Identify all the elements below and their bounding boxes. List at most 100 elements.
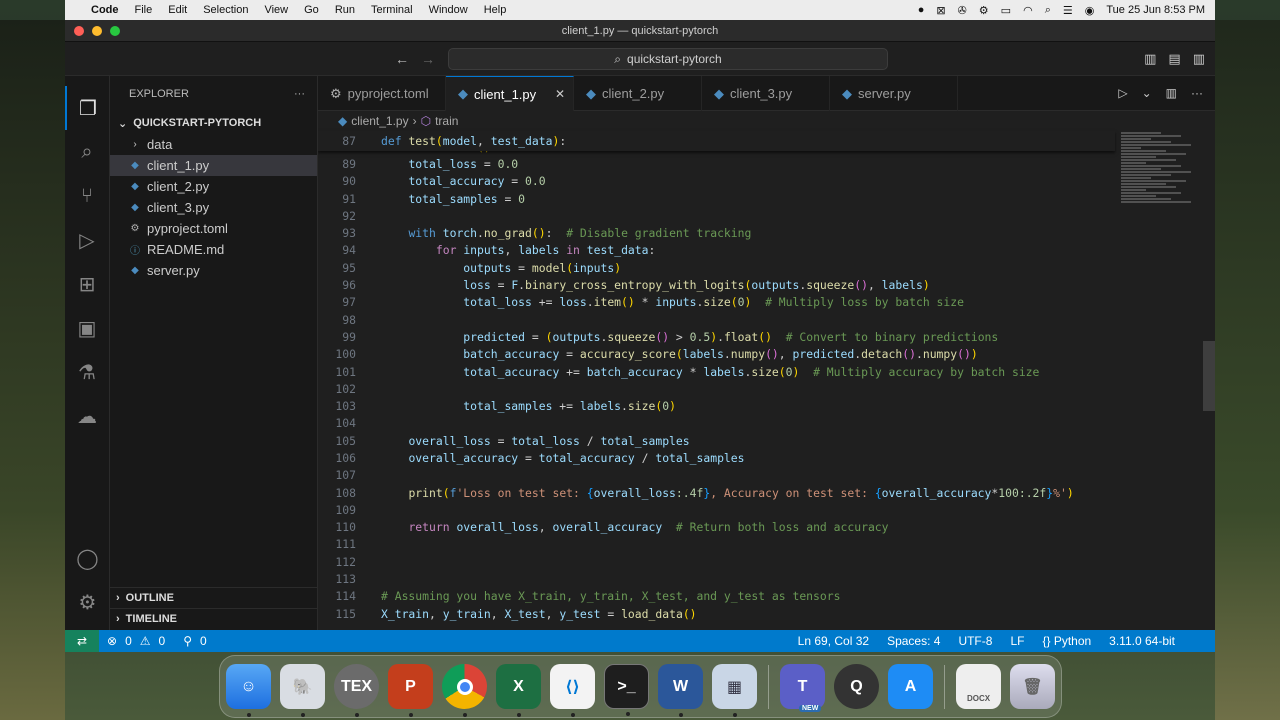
siri-icon[interactable]: ◉ (1085, 4, 1095, 17)
gear-icon[interactable]: ⚙ (979, 4, 989, 17)
word-icon[interactable]: W (658, 664, 703, 717)
errors-icon[interactable]: ⊗ (107, 634, 117, 648)
excel-icon[interactable]: X (496, 664, 541, 717)
menu-window[interactable]: Window (429, 4, 468, 16)
docker-icon[interactable]: ☁ (65, 394, 110, 438)
vscode-window: client_1.py — quickstart-pytorch ← → ⌕ q… (65, 20, 1215, 652)
tex-icon[interactable]: TEX (334, 664, 379, 717)
search-icon[interactable]: ⌕ (1045, 4, 1051, 17)
ports-icon[interactable]: ⚲ (183, 634, 192, 648)
menu-help[interactable]: Help (484, 4, 507, 16)
close-window-button[interactable] (74, 25, 84, 36)
teams-icon[interactable]: T NEW (780, 664, 825, 712)
zoom-window-button[interactable] (110, 25, 120, 36)
language-mode[interactable]: {} Python (1042, 634, 1091, 648)
vscode-icon[interactable]: ⟨⟩ (550, 664, 595, 717)
wifi-icon[interactable]: ◠ (1023, 4, 1033, 17)
menu-app-name[interactable]: Code (91, 4, 119, 16)
manage-gear-icon[interactable]: ⚙ (65, 580, 110, 624)
python-interpreter[interactable]: 3.11.0 64-bit (1109, 634, 1175, 648)
testing-icon[interactable]: ⚗ (65, 350, 110, 394)
toggle-sidebar-icon[interactable]: ▥ (1144, 51, 1156, 67)
command-center-search[interactable]: ⌕ quickstart-pytorch (448, 48, 888, 70)
explorer-icon[interactable]: ❐ (65, 86, 110, 130)
menu-datetime[interactable]: Tue 25 Jun 8:53 PM (1106, 4, 1205, 16)
remote-explorer-icon[interactable]: ▣ (65, 306, 110, 350)
menu-view[interactable]: View (264, 4, 288, 16)
more-actions-icon[interactable]: ··· (294, 88, 305, 100)
tree-item-readme[interactable]: ⓘ README.md (110, 239, 317, 260)
encoding[interactable]: UTF-8 (958, 634, 992, 648)
finder-icon[interactable]: ☺ (226, 664, 271, 717)
menu-edit[interactable]: Edit (168, 4, 187, 16)
extensions-icon[interactable]: ⊞ (65, 262, 110, 306)
postgres-icon[interactable]: 🐘 (280, 664, 325, 717)
more-actions-icon[interactable]: ··· (1191, 86, 1203, 100)
battery-icon[interactable]: ▭ (1001, 4, 1011, 17)
warnings-count[interactable]: 0 (159, 634, 166, 648)
warnings-icon[interactable]: ⚠ (140, 634, 151, 648)
run-play-icon[interactable]: ▷ (1118, 86, 1127, 100)
split-editor-icon[interactable]: ▥ (1166, 86, 1177, 100)
tree-item-pyproject[interactable]: ⚙ pyproject.toml (110, 218, 317, 239)
errors-count[interactable]: 0 (125, 634, 132, 648)
tree-item-data[interactable]: › data (110, 134, 317, 155)
minimap[interactable] (1121, 131, 1201, 431)
terminal-icon[interactable]: >_ (604, 664, 649, 716)
tab-pyproject[interactable]: ⚙ pyproject.toml (318, 76, 446, 111)
tab-server[interactable]: ◆ server.py (830, 76, 958, 111)
account-icon[interactable]: ◯ (65, 536, 110, 580)
menu-selection[interactable]: Selection (203, 4, 248, 16)
cursor-position[interactable]: Ln 69, Col 32 (798, 634, 869, 648)
menu-go[interactable]: Go (304, 4, 319, 16)
record-icon[interactable]: ● (918, 4, 925, 16)
run-debug-icon[interactable]: ▷ (65, 218, 110, 262)
screenshot-icon[interactable]: ⊠ (936, 4, 945, 17)
tab-client-2[interactable]: ◆ client_2.py (574, 76, 702, 111)
control-center-icon[interactable]: ☰ (1063, 4, 1073, 17)
end-of-line[interactable]: LF (1010, 634, 1024, 648)
trash-icon[interactable]: 🗑 (1010, 664, 1055, 709)
gear-icon: ⚙ (330, 85, 342, 101)
ports-count[interactable]: 0 (200, 634, 207, 648)
tab-client-1[interactable]: ◆ client_1.py ✕ (446, 76, 574, 111)
menu-run[interactable]: Run (335, 4, 355, 16)
menu-file[interactable]: File (135, 4, 153, 16)
breadcrumb-file[interactable]: client_1.py (351, 114, 408, 128)
tree-item-client-3[interactable]: ◆ client_3.py (110, 197, 317, 218)
remote-indicator-icon[interactable]: ⇄ (65, 630, 99, 652)
quicktime-icon[interactable]: Q (834, 664, 879, 709)
forward-arrow-icon[interactable]: → (421, 51, 435, 67)
sticky-scroll-line[interactable]: 87 def test(model, test_data): (318, 131, 1115, 151)
powerpoint-icon[interactable]: P (388, 664, 433, 717)
accessibility-icon[interactable]: ✇ (958, 4, 967, 17)
tree-item-server[interactable]: ◆ server.py (110, 260, 317, 281)
editor-area: ⚙ pyproject.toml ◆ client_1.py ✕ ◆ clien… (318, 76, 1215, 630)
source-control-icon[interactable]: ⑂ (65, 174, 110, 218)
search-icon[interactable]: ⌕ (65, 130, 110, 174)
indentation[interactable]: Spaces: 4 (887, 634, 940, 648)
code-view[interactable]: 88 model.eval() # Set the model to evalu… (318, 138, 1215, 630)
tree-item-client-1[interactable]: ◆ client_1.py (110, 155, 317, 176)
scrollbar-thumb[interactable] (1203, 341, 1215, 411)
appstore-icon[interactable]: A (888, 664, 933, 709)
close-icon[interactable]: ✕ (555, 87, 565, 101)
back-arrow-icon[interactable]: ← (395, 51, 409, 67)
minimize-window-button[interactable] (92, 25, 102, 36)
tab-label: client_3.py (730, 86, 793, 101)
chevron-down-icon[interactable]: ⌄ (1142, 86, 1152, 100)
line-number: 91 (342, 191, 356, 206)
preview-icon[interactable]: ▦ (712, 664, 757, 717)
menu-terminal[interactable]: Terminal (371, 4, 413, 16)
chrome-icon[interactable] (442, 664, 487, 717)
timeline-section[interactable]: › TIMELINE (110, 608, 318, 629)
workspace-folder[interactable]: ⌄ QUICKSTART-PYTORCH (110, 112, 317, 134)
tab-client-3[interactable]: ◆ client_3.py (702, 76, 830, 111)
editor-scrollbar[interactable] (1203, 131, 1215, 630)
tree-item-client-2[interactable]: ◆ client_2.py (110, 176, 317, 197)
outline-section[interactable]: › OUTLINE (110, 587, 318, 608)
toggle-secondary-sidebar-icon[interactable]: ▥ (1193, 51, 1205, 67)
breadcrumb-symbol[interactable]: train (435, 114, 458, 128)
docx-file-icon[interactable]: DOCX (956, 664, 1001, 709)
toggle-panel-icon[interactable]: ▤ (1168, 51, 1180, 67)
